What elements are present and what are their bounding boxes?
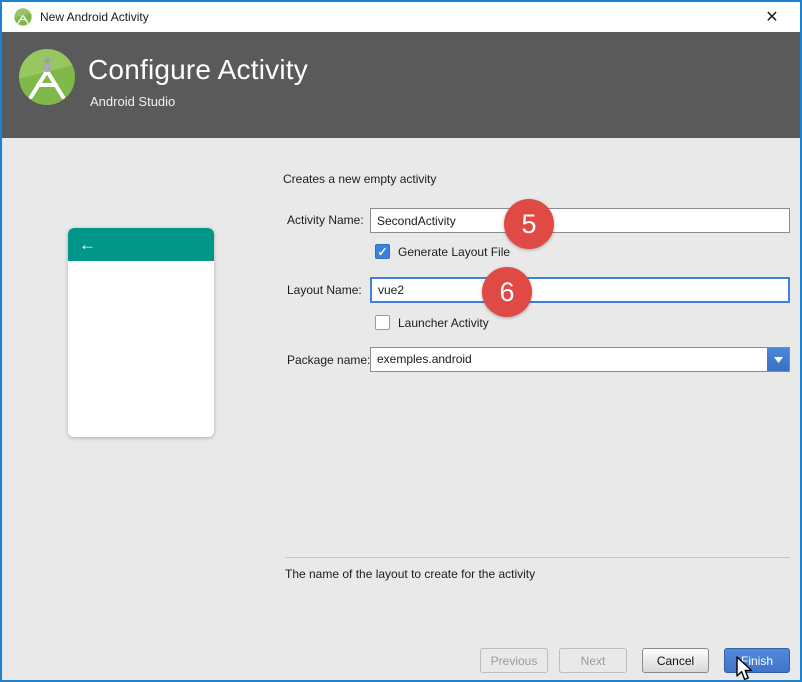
finish-button[interactable]: Finish	[724, 648, 790, 673]
package-name-combobox[interactable]: exemples.android	[370, 347, 790, 372]
android-studio-icon	[14, 8, 32, 26]
finish-button-label: Finish	[741, 654, 773, 668]
package-name-value: exemples.android	[377, 352, 472, 366]
wizard-header: Configure Activity Android Studio	[2, 32, 800, 138]
page-title: Configure Activity	[88, 54, 308, 86]
launcher-activity-checkbox[interactable]: Launcher Activity	[375, 315, 489, 330]
checkbox-unchecked-icon[interactable]	[375, 315, 390, 330]
checkbox-checked-icon[interactable]: ✓	[375, 244, 390, 259]
page-subtitle: Android Studio	[90, 94, 175, 109]
activity-name-input[interactable]	[370, 208, 790, 233]
package-name-label: Package name:	[287, 353, 370, 367]
step-badge-6: 6	[482, 267, 532, 317]
android-studio-logo	[18, 48, 76, 106]
layout-name-input[interactable]	[370, 277, 790, 303]
new-android-activity-dialog: New Android Activity ✕ Configure Activit…	[0, 0, 802, 682]
layout-name-label: Layout Name:	[287, 283, 362, 297]
next-button[interactable]: Next	[559, 648, 627, 673]
window-title: New Android Activity	[40, 10, 149, 24]
step-badge-5: 5	[504, 199, 554, 249]
previous-button[interactable]: Previous	[480, 648, 548, 673]
form-description: Creates a new empty activity	[283, 172, 436, 186]
launcher-activity-label: Launcher Activity	[398, 316, 489, 330]
dropdown-button[interactable]	[767, 348, 789, 371]
back-arrow-icon: ←	[79, 235, 96, 255]
separator	[285, 557, 790, 558]
hint-text: The name of the layout to create for the…	[285, 567, 535, 581]
dialog-content: ← Creates a new empty activity Activity …	[2, 138, 800, 680]
generate-layout-label: Generate Layout File	[398, 245, 510, 259]
title-bar: New Android Activity ✕	[2, 2, 800, 32]
activity-name-label: Activity Name:	[287, 213, 364, 227]
generate-layout-checkbox[interactable]: ✓ Generate Layout File	[375, 244, 510, 259]
preview-appbar: ←	[68, 228, 214, 261]
cancel-button[interactable]: Cancel	[642, 648, 709, 673]
checkmark-icon: ✓	[377, 246, 387, 258]
activity-preview: ←	[68, 228, 214, 437]
chevron-down-icon	[774, 357, 783, 363]
close-icon[interactable]: ✕	[758, 4, 786, 30]
